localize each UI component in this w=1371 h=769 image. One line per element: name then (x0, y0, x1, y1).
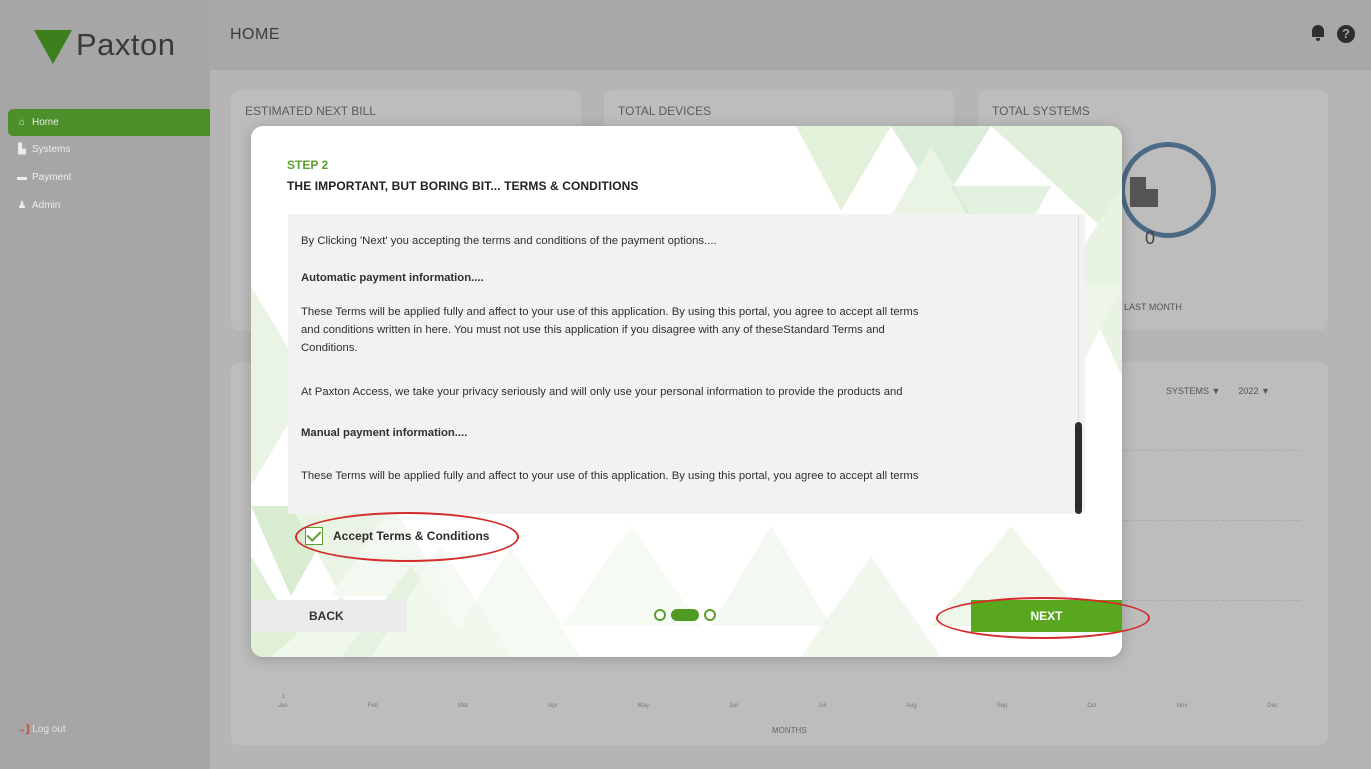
home-icon: ⌂ (18, 116, 26, 128)
accept-terms-checkbox[interactable] (305, 527, 323, 545)
scrollbar-track (1078, 216, 1079, 422)
x-tick: May (637, 703, 649, 709)
accept-terms-row[interactable]: Accept Terms & Conditions (305, 527, 489, 545)
card-title: TOTAL DEVICES (618, 104, 712, 118)
terms-paragraph: Conditions. (301, 342, 358, 354)
sidebar-item-admin[interactable]: ♟ Admin (8, 192, 210, 220)
x-tick: Jul (818, 703, 827, 709)
step-dot-2-active (671, 609, 699, 621)
logo-mark-icon (34, 30, 72, 64)
step-dot-3 (704, 609, 716, 621)
auto-payment-heading: Automatic payment information.... (301, 272, 484, 284)
x-tick: Aug (906, 703, 917, 709)
bell-icon[interactable] (1311, 25, 1325, 41)
x-tick: Feb (367, 703, 378, 709)
accept-terms-label[interactable]: Accept Terms & Conditions (333, 529, 489, 543)
card-title: TOTAL SYSTEMS (992, 104, 1090, 118)
terms-paragraph: These Terms will be applied fully and af… (301, 306, 919, 318)
top-icons: ? (1311, 25, 1355, 43)
x-tick: Jun (728, 703, 739, 709)
step-label: STEP 2 (287, 158, 329, 172)
chart-gridline (1120, 520, 1300, 521)
chart-gridline (1120, 600, 1300, 601)
manual-payment-heading: Manual payment information.... (301, 427, 468, 439)
year-filter-dropdown[interactable]: 2022 ▼ (1238, 386, 1269, 396)
sidebar-nav: ⌂ Home ▙ Systems ▬ Payment ♟ Admin (8, 109, 210, 220)
x-tick: Jan (278, 703, 288, 709)
logout-link[interactable]: →] Log out (16, 724, 66, 735)
total-systems-value: 0 (1145, 228, 1156, 248)
sidebar-item-payment[interactable]: ▬ Payment (8, 164, 210, 192)
next-button[interactable]: NEXT (971, 600, 1122, 632)
help-icon[interactable]: ? (1337, 25, 1355, 43)
sidebar: Paxton ⌂ Home ▙ Systems ▬ Payment ♟ Admi… (0, 0, 210, 769)
x-tick: Apr (548, 703, 558, 709)
last-month-label: LAST MONTH (1124, 302, 1182, 312)
terms-intro: By Clicking 'Next' you accepting the ter… (301, 235, 717, 247)
step-indicator (654, 609, 716, 621)
sidebar-item-label: Systems (32, 144, 71, 155)
logo-text: Paxton (76, 27, 176, 62)
logout-icon: →] (16, 724, 30, 735)
x-tick: Oct (1087, 703, 1097, 709)
step-dot-1 (654, 609, 666, 621)
sidebar-item-home[interactable]: ⌂ Home (8, 109, 210, 136)
chart-gridline (1120, 450, 1300, 451)
building-icon: ▙ (18, 144, 26, 155)
page-title: HOME (230, 26, 280, 43)
top-bar: HOME ? (210, 0, 1371, 70)
x-tick: Sep (996, 703, 1008, 709)
terms-modal: STEP 2 THE IMPORTANT, BUT BORING BIT... … (251, 126, 1122, 657)
person-icon: ♟ (17, 200, 27, 211)
sidebar-item-label: Admin (32, 200, 61, 211)
x-tick: Nov (1176, 703, 1188, 709)
modal-heading: THE IMPORTANT, BUT BORING BIT... TERMS &… (287, 179, 639, 193)
y-axis-tick: 1 (282, 694, 286, 700)
sidebar-item-label: Home (32, 116, 59, 128)
terms-paragraph: and conditions written in here. You must… (301, 324, 885, 336)
terms-scroll-box[interactable]: By Clicking 'Next' you accepting the ter… (288, 214, 1085, 514)
x-tick: Dec (1267, 703, 1278, 709)
back-button[interactable]: BACK (251, 600, 407, 632)
building-icon (1130, 177, 1158, 207)
x-axis-title: MONTHS (772, 726, 807, 735)
chart-x-axis: Jan Feb Mar Apr May Jun Jul Aug Sep Oct … (278, 703, 1278, 709)
sidebar-item-systems[interactable]: ▙ Systems (8, 136, 210, 164)
x-tick: Mar (457, 703, 469, 709)
paxton-logo: Paxton (34, 20, 176, 70)
scrollbar-thumb[interactable] (1075, 422, 1082, 514)
terms-paragraph: These Terms will be applied fully and af… (301, 470, 919, 482)
privacy-paragraph: At Paxton Access, we take your privacy s… (301, 386, 903, 398)
sidebar-item-label: Payment (32, 172, 72, 183)
logout-label: Log out (32, 724, 66, 735)
systems-filter-dropdown[interactable]: SYSTEMS ▼ (1166, 386, 1220, 396)
card-icon: ▬ (17, 172, 27, 183)
chart-filters: SYSTEMS ▼ 2022 ▼ (1166, 386, 1270, 396)
card-title: ESTIMATED NEXT BILL (245, 104, 376, 118)
